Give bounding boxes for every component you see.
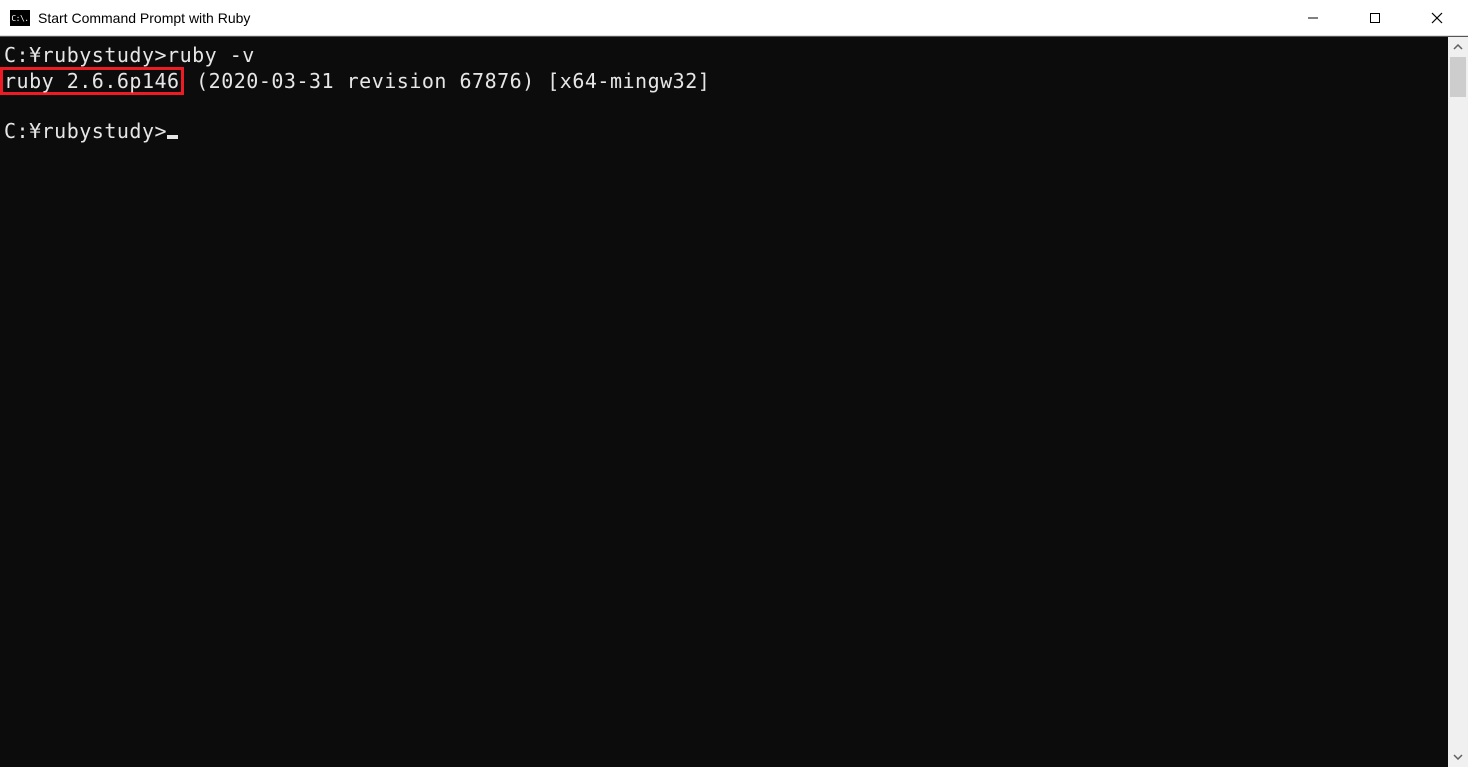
chevron-down-icon bbox=[1453, 754, 1463, 760]
maximize-icon bbox=[1369, 12, 1381, 24]
version-detail: (2020-03-31 revision 67876) [x64-mingw32… bbox=[184, 69, 711, 93]
terminal-line bbox=[4, 95, 1444, 119]
terminal-output[interactable]: C:¥rubystudy>ruby -vruby 2.6.6p146 (2020… bbox=[0, 37, 1448, 767]
cursor-icon bbox=[167, 135, 178, 139]
close-button[interactable] bbox=[1406, 0, 1468, 35]
version-highlight: ruby 2.6.6p146 bbox=[0, 67, 184, 95]
terminal-line: ruby 2.6.6p146 (2020-03-31 revision 6787… bbox=[4, 67, 1444, 95]
scroll-track[interactable] bbox=[1448, 57, 1468, 747]
terminal-line: C:¥rubystudy>ruby -v bbox=[4, 43, 1444, 67]
terminal-container: C:¥rubystudy>ruby -vruby 2.6.6p146 (2020… bbox=[0, 36, 1468, 767]
terminal-line: C:¥rubystudy> bbox=[4, 119, 1444, 143]
minimize-icon bbox=[1307, 12, 1319, 24]
titlebar: C:\. Start Command Prompt with Ruby bbox=[0, 0, 1468, 36]
scroll-up-button[interactable] bbox=[1448, 37, 1468, 57]
window-title: Start Command Prompt with Ruby bbox=[38, 10, 1282, 26]
prompt-text: C:¥rubystudy> bbox=[4, 43, 167, 67]
minimize-button[interactable] bbox=[1282, 0, 1344, 35]
window-controls bbox=[1282, 0, 1468, 35]
chevron-up-icon bbox=[1453, 44, 1463, 50]
cmd-icon: C:\. bbox=[10, 10, 30, 26]
close-icon bbox=[1431, 12, 1443, 24]
scroll-thumb[interactable] bbox=[1450, 57, 1466, 97]
prompt-text: C:¥rubystudy> bbox=[4, 119, 167, 143]
vertical-scrollbar[interactable] bbox=[1448, 37, 1468, 767]
command-text: ruby -v bbox=[167, 43, 255, 67]
maximize-button[interactable] bbox=[1344, 0, 1406, 35]
scroll-down-button[interactable] bbox=[1448, 747, 1468, 767]
